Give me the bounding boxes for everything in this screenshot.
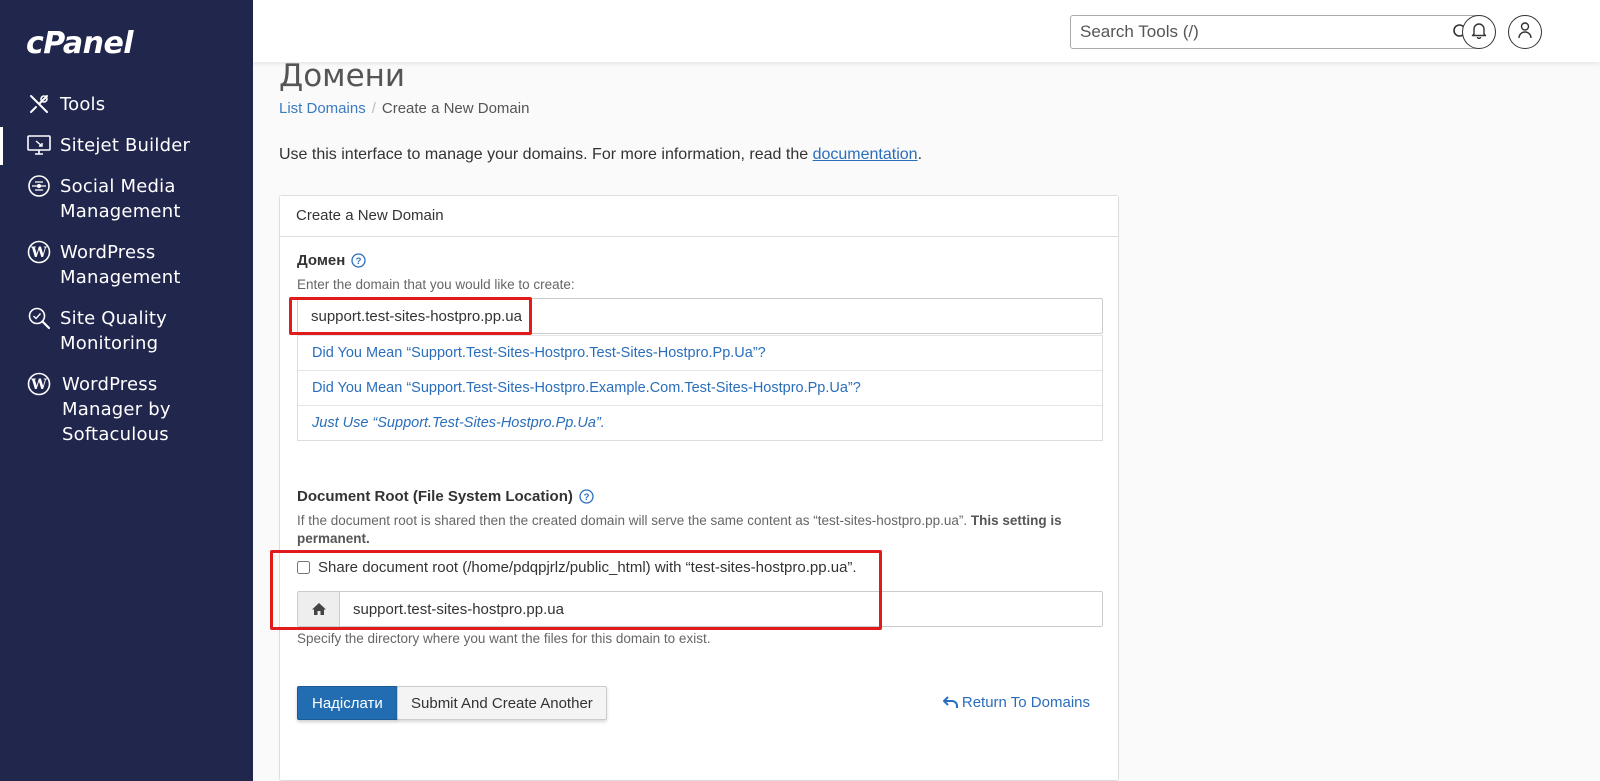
- intro-text-body: Use this interface to manage your domain…: [279, 146, 813, 163]
- sidebar-item-label: WordPress Management: [60, 242, 181, 288]
- sidebar-item-site-quality[interactable]: Site Quality Monitoring: [0, 306, 253, 356]
- bell-icon: [1471, 21, 1487, 44]
- search-box[interactable]: [1070, 15, 1479, 49]
- share-docroot-option[interactable]: Share document root (/home/pdqpjrlz/publ…: [297, 559, 857, 576]
- docroot-help: Specify the directory where you want the…: [297, 631, 711, 646]
- docroot-field: [297, 591, 1103, 627]
- social-icon: [26, 173, 52, 199]
- sidebar-item-social-media[interactable]: Social Media Management: [0, 174, 253, 224]
- breadcrumb-separator: /: [371, 100, 376, 117]
- sidebar-item-sitejet[interactable]: Sitejet Builder: [0, 127, 253, 165]
- docroot-input[interactable]: [340, 592, 1102, 626]
- docroot-hint-text: If the document root is shared then the …: [297, 513, 971, 528]
- home-icon: [298, 592, 340, 626]
- user-icon: [1517, 21, 1533, 44]
- docroot-label: Document Root (File System Location) ?: [297, 488, 594, 505]
- sidebar-item-wordpress-softaculous[interactable]: W WordPress Manager by Softaculous: [0, 372, 253, 447]
- sidebar-item-label: WordPress Manager by Softaculous: [62, 374, 171, 445]
- main-content: Домени List Domains / Create a New Domain …: [253, 58, 1600, 781]
- sidebar-item-tools[interactable]: Tools: [0, 92, 253, 117]
- docroot-hint: If the document root is shared then the …: [297, 512, 1107, 548]
- domain-label-text: Домен: [297, 252, 346, 269]
- help-icon[interactable]: ?: [351, 253, 366, 268]
- share-docroot-checkbox[interactable]: [297, 561, 310, 574]
- return-label: Return To Domains: [961, 694, 1090, 711]
- search-quality-icon: [26, 305, 52, 331]
- sidebar-item-wordpress-management[interactable]: W WordPress Management: [0, 240, 253, 290]
- sidebar-nav: Tools Sitejet Builder Social Media Manag…: [0, 92, 253, 463]
- sidebar: cPanel Tools Sitejet Builder Social Medi…: [0, 0, 253, 781]
- suggestion-just-use[interactable]: Just Use “Support.Test-Sites-Hostpro.Pp.…: [298, 405, 1102, 440]
- wordpress-icon: W: [26, 239, 52, 265]
- domain-hint: Enter the domain that you would like to …: [297, 277, 575, 292]
- search-input[interactable]: [1071, 16, 1431, 48]
- user-menu-button[interactable]: [1508, 15, 1542, 49]
- domain-suggestions: Did You Mean “Support.Test-Sites-Hostpro…: [297, 335, 1103, 441]
- sidebar-item-label: Sitejet Builder: [60, 135, 191, 156]
- breadcrumb-list-domains[interactable]: List Domains: [279, 100, 366, 117]
- docroot-label-text: Document Root (File System Location): [297, 488, 573, 505]
- sidebar-item-label: Tools: [60, 94, 106, 115]
- notifications-button[interactable]: [1462, 15, 1496, 49]
- intro-text-end: .: [917, 146, 923, 163]
- tools-icon: [26, 91, 52, 117]
- suggestion-item[interactable]: Did You Mean “Support.Test-Sites-Hostpro…: [298, 370, 1102, 405]
- intro-text: Use this interface to manage your domain…: [279, 146, 922, 164]
- monitor-icon: [26, 132, 52, 158]
- suggestion-item[interactable]: Did You Mean “Support.Test-Sites-Hostpro…: [298, 335, 1102, 370]
- return-arrow-icon: [942, 696, 958, 708]
- svg-text:W: W: [30, 245, 47, 261]
- top-header: [253, 0, 1600, 62]
- submit-button[interactable]: Надіслати: [297, 686, 398, 720]
- domain-input[interactable]: [297, 298, 1103, 334]
- breadcrumb-current: Create a New Domain: [381, 100, 530, 117]
- return-to-domains-link[interactable]: Return To Domains: [942, 694, 1090, 711]
- documentation-link[interactable]: documentation: [813, 146, 918, 163]
- share-docroot-label: Share document root (/home/pdqpjrlz/publ…: [318, 559, 857, 576]
- breadcrumb: List Domains / Create a New Domain: [279, 100, 529, 117]
- submit-and-create-another-button[interactable]: Submit And Create Another: [397, 686, 607, 720]
- sidebar-item-label: Site Quality Monitoring: [60, 308, 167, 354]
- svg-text:?: ?: [356, 256, 362, 267]
- page-title: Домени: [279, 58, 406, 94]
- create-domain-panel: Create a New Domain Домен ? Enter the do…: [279, 195, 1119, 781]
- sidebar-item-label: Social Media Management: [60, 176, 181, 222]
- help-icon[interactable]: ?: [579, 489, 594, 504]
- cpanel-logo[interactable]: cPanel: [26, 26, 134, 61]
- panel-title: Create a New Domain: [280, 196, 1118, 237]
- svg-text:?: ?: [583, 492, 589, 503]
- domain-label: Домен ?: [297, 252, 366, 269]
